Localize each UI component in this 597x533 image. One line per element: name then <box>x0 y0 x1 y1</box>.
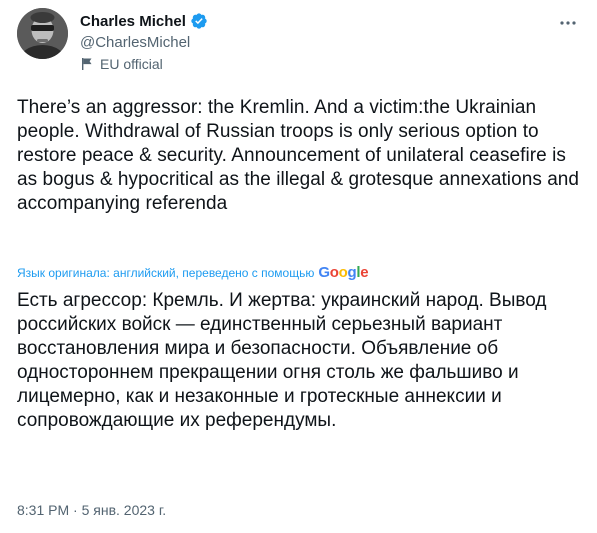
translated-text: Есть агрессор: Кремль. И жертва: украинс… <box>17 290 547 431</box>
tweet-card: Charles Michel @CharlesMichel EU officia… <box>0 0 597 533</box>
affiliation-text: EU official <box>100 56 163 72</box>
author-name-row: Charles Michel <box>80 12 208 30</box>
google-logo[interactable]: Google <box>318 264 368 281</box>
avatar[interactable] <box>17 8 68 59</box>
author-display-name[interactable]: Charles Michel <box>80 13 186 30</box>
verified-badge-icon <box>190 12 208 30</box>
google-logo-text: Google <box>318 264 369 281</box>
more-options-icon[interactable] <box>553 8 583 38</box>
flag-icon <box>80 57 94 71</box>
tweet-text: There’s an aggressor: the Kremlin. And a… <box>17 97 580 214</box>
tweet-timestamp[interactable]: 8:31 PM · 5 янв. 2023 г. <box>17 502 166 518</box>
affiliation-label: EU official <box>80 56 163 72</box>
translation-note-text: Язык оригинала: английский, переведено с… <box>17 265 315 280</box>
translation-note: Язык оригинала: английский, переведено с… <box>17 264 369 281</box>
author-handle[interactable]: @CharlesMichel <box>80 34 190 51</box>
